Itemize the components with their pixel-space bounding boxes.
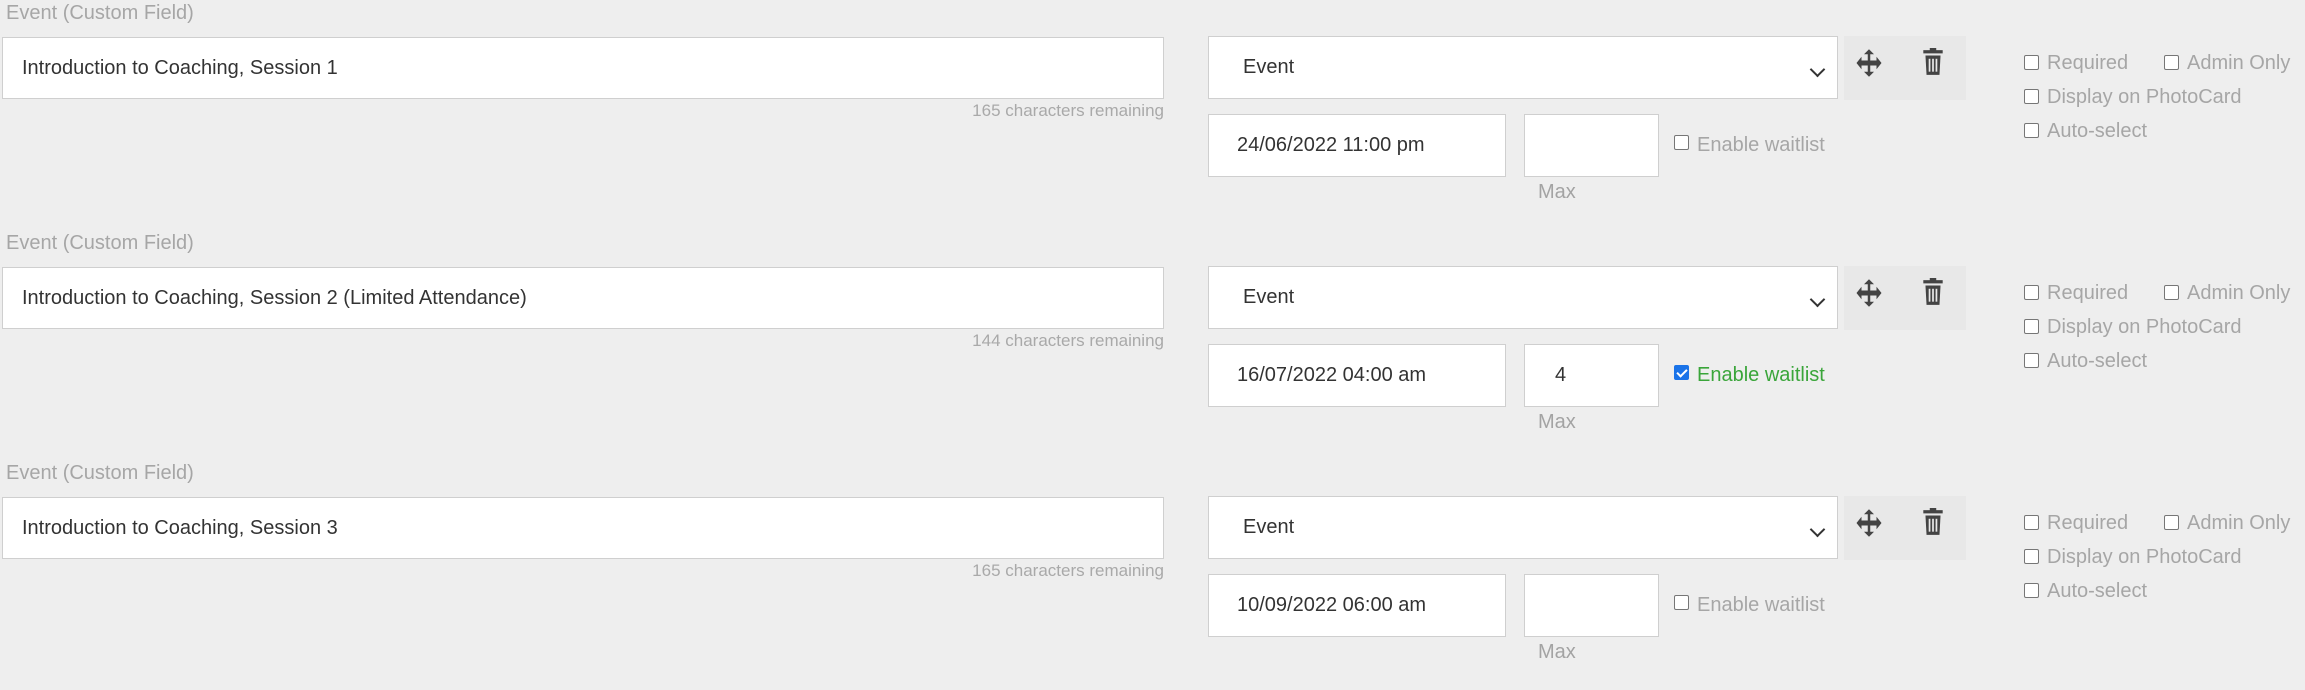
- characters-remaining: 144 characters remaining: [972, 331, 1164, 350]
- event-row-1: Event (Custom Field) 165 characters rema…: [0, 0, 2305, 230]
- checkbox-box[interactable]: [1674, 135, 1689, 150]
- field-label: Event (Custom Field): [6, 462, 194, 484]
- admin-only-label: Admin Only: [2187, 282, 2291, 304]
- move-arrows-icon[interactable]: [1854, 508, 1884, 538]
- trash-icon[interactable]: [1922, 48, 1944, 76]
- event-type-select[interactable]: Event: [1208, 36, 1838, 99]
- display-photocard-label: Display on PhotoCard: [2047, 316, 2242, 338]
- event-type-value: Event: [1243, 56, 1295, 78]
- trash-icon[interactable]: [1922, 508, 1944, 536]
- event-datetime-input[interactable]: [1208, 344, 1506, 407]
- event-type-select[interactable]: Event: [1208, 496, 1838, 559]
- field-label: Event (Custom Field): [6, 232, 194, 254]
- checkbox-box[interactable]: [2164, 55, 2179, 70]
- characters-remaining: 165 characters remaining: [972, 101, 1164, 120]
- checkbox-box[interactable]: [2024, 55, 2039, 70]
- max-attendees-input[interactable]: [1524, 574, 1659, 637]
- checkbox-box[interactable]: [2024, 285, 2039, 300]
- checkbox-box[interactable]: [2024, 583, 2039, 598]
- required-label: Required: [2047, 52, 2129, 74]
- admin-only-label: Admin Only: [2187, 52, 2291, 74]
- auto-select-label: Auto-select: [2047, 120, 2148, 142]
- row-actions: [1844, 496, 1966, 560]
- checkbox-box[interactable]: [2024, 123, 2039, 138]
- max-label: Max: [1538, 641, 1576, 663]
- max-attendees-input[interactable]: [1524, 344, 1659, 407]
- enable-waitlist-label: Enable waitlist: [1697, 364, 1825, 386]
- event-name-input[interactable]: [2, 37, 1164, 99]
- trash-icon[interactable]: [1922, 278, 1944, 306]
- required-label: Required: [2047, 282, 2129, 304]
- event-type-value: Event: [1243, 516, 1295, 538]
- field-label: Event (Custom Field): [6, 2, 194, 24]
- move-arrows-icon[interactable]: [1854, 278, 1884, 308]
- event-datetime-input[interactable]: [1208, 114, 1506, 177]
- checkbox-box[interactable]: [1674, 365, 1689, 380]
- row-actions: [1844, 36, 1966, 100]
- chevron-down-icon: [1809, 291, 1826, 308]
- move-arrows-icon[interactable]: [1854, 48, 1884, 78]
- enable-waitlist-label: Enable waitlist: [1697, 594, 1825, 616]
- auto-select-label: Auto-select: [2047, 580, 2148, 602]
- checkbox-box[interactable]: [2024, 515, 2039, 530]
- checkbox-box[interactable]: [2024, 89, 2039, 104]
- enable-waitlist-label: Enable waitlist: [1697, 134, 1825, 156]
- checkbox-box[interactable]: [2024, 549, 2039, 564]
- event-datetime-input[interactable]: [1208, 574, 1506, 637]
- max-attendees-input[interactable]: [1524, 114, 1659, 177]
- max-label: Max: [1538, 181, 1576, 203]
- chevron-down-icon: [1809, 61, 1826, 78]
- checkbox-box[interactable]: [2164, 515, 2179, 530]
- event-type-select[interactable]: Event: [1208, 266, 1838, 329]
- max-label: Max: [1538, 411, 1576, 433]
- checkbox-box[interactable]: [2024, 319, 2039, 334]
- admin-only-label: Admin Only: [2187, 512, 2291, 534]
- chevron-down-icon: [1809, 521, 1826, 538]
- required-label: Required: [2047, 512, 2129, 534]
- event-row-2: Event (Custom Field) 144 characters rema…: [0, 230, 2305, 460]
- auto-select-label: Auto-select: [2047, 350, 2148, 372]
- checkbox-box[interactable]: [2164, 285, 2179, 300]
- row-actions: [1844, 266, 1966, 330]
- event-type-value: Event: [1243, 286, 1295, 308]
- characters-remaining: 165 characters remaining: [972, 561, 1164, 580]
- checkbox-box[interactable]: [1674, 595, 1689, 610]
- event-name-input[interactable]: [2, 267, 1164, 329]
- display-photocard-label: Display on PhotoCard: [2047, 546, 2242, 568]
- event-row-3: Event (Custom Field) 165 characters rema…: [0, 460, 2305, 690]
- checkbox-box[interactable]: [2024, 353, 2039, 368]
- display-photocard-label: Display on PhotoCard: [2047, 86, 2242, 108]
- event-name-input[interactable]: [2, 497, 1164, 559]
